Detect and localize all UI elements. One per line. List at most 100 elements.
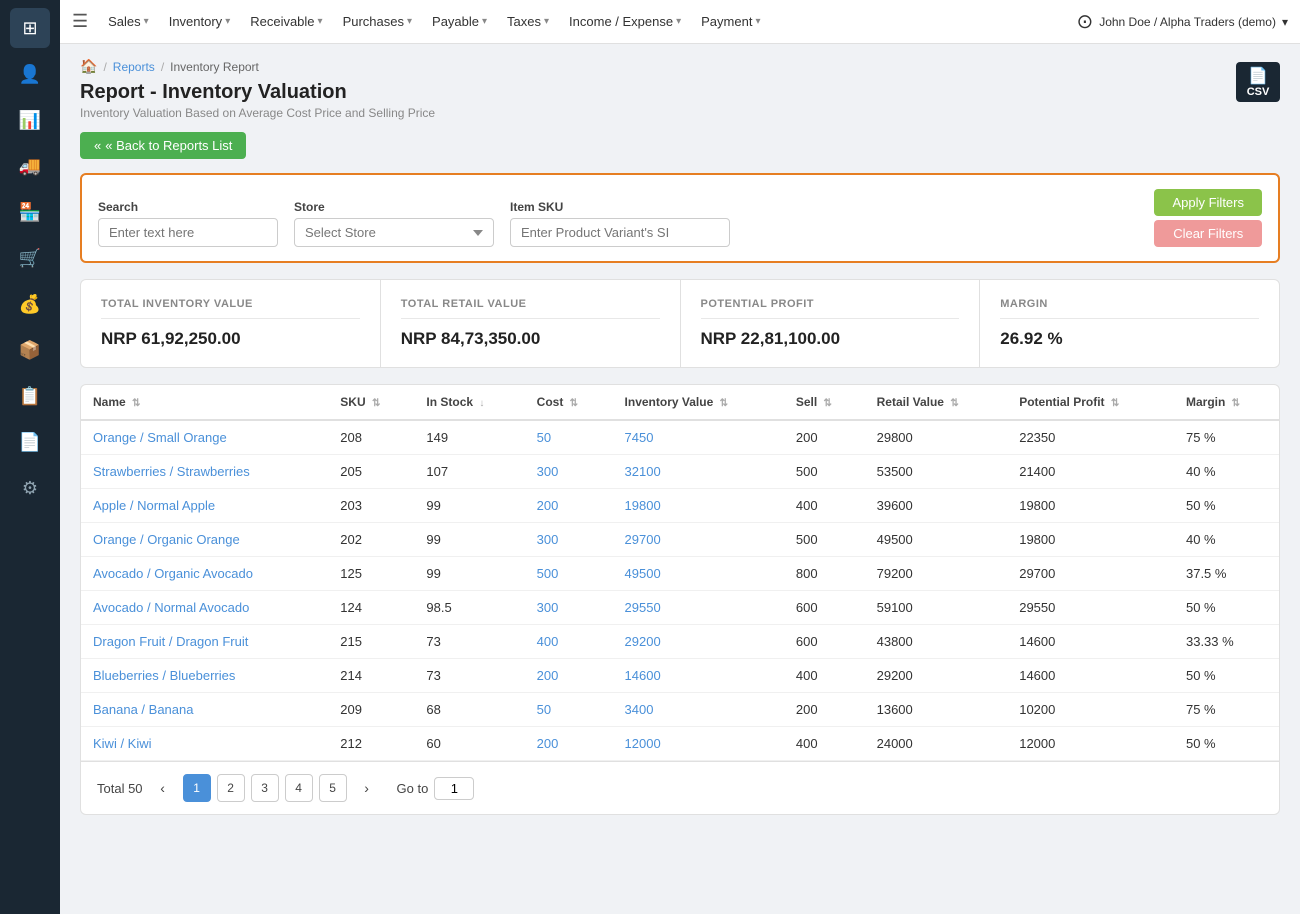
- cell-retail-value: 39600: [865, 489, 1008, 523]
- col-sell[interactable]: Sell ⇅: [784, 385, 865, 420]
- user-menu[interactable]: ⊙ John Doe / Alpha Traders (demo) ▾: [1076, 9, 1288, 34]
- col-retail-value[interactable]: Retail Value ⇅: [865, 385, 1008, 420]
- nav-item-receivable[interactable]: Receivable ▾: [242, 10, 330, 33]
- cell-cost: 50: [525, 420, 613, 455]
- nav-item-inventory[interactable]: Inventory ▾: [161, 10, 239, 33]
- user-chevron-icon: ▾: [1282, 15, 1288, 29]
- pagination-page-5[interactable]: 5: [319, 774, 347, 802]
- clear-filters-button[interactable]: Clear Filters: [1154, 220, 1262, 247]
- summary-card-value-profit: NRP 22,81,100.00: [701, 329, 960, 349]
- main-content: ☰ Sales ▾ Inventory ▾ Receivable ▾ Purch…: [60, 0, 1300, 914]
- cell-name[interactable]: Strawberries / Strawberries: [81, 455, 328, 489]
- pagination-page-1[interactable]: 1: [183, 774, 211, 802]
- table-row: Dragon Fruit / Dragon Fruit 215 73 400 2…: [81, 625, 1279, 659]
- cell-inv-value: 14600: [613, 659, 784, 693]
- col-name[interactable]: Name ⇅: [81, 385, 328, 420]
- summary-card-value-inventory: NRP 61,92,250.00: [101, 329, 360, 349]
- cell-sell: 600: [784, 591, 865, 625]
- col-potential-profit[interactable]: Potential Profit ⇅: [1007, 385, 1174, 420]
- home-icon[interactable]: 🏠: [80, 58, 97, 75]
- sort-icon-cost: ⇅: [570, 398, 578, 409]
- cell-retail-value: 29800: [865, 420, 1008, 455]
- sidebar-icon-settings[interactable]: ⚙: [10, 468, 50, 508]
- sidebar-icon-dashboard[interactable]: ⊞: [10, 8, 50, 48]
- search-filter-group: Search: [98, 200, 278, 247]
- nav-item-payment[interactable]: Payment ▾: [693, 10, 768, 33]
- sidebar-icon-warehouse[interactable]: 🏪: [10, 192, 50, 232]
- cell-potential-profit: 14600: [1007, 625, 1174, 659]
- cell-name[interactable]: Banana / Banana: [81, 693, 328, 727]
- col-sku[interactable]: SKU ⇅: [328, 385, 414, 420]
- col-instock[interactable]: In Stock ↓: [414, 385, 524, 420]
- goto-input[interactable]: [434, 777, 474, 800]
- cell-name[interactable]: Avocado / Normal Avocado: [81, 591, 328, 625]
- cell-name[interactable]: Kiwi / Kiwi: [81, 727, 328, 761]
- cell-name[interactable]: Dragon Fruit / Dragon Fruit: [81, 625, 328, 659]
- nav-item-payable[interactable]: Payable ▾: [424, 10, 495, 33]
- cell-retail-value: 13600: [865, 693, 1008, 727]
- cell-retail-value: 24000: [865, 727, 1008, 761]
- cell-instock: 73: [414, 625, 524, 659]
- cell-instock: 107: [414, 455, 524, 489]
- cell-instock: 99: [414, 523, 524, 557]
- csv-export-button[interactable]: 📄 CSV: [1236, 62, 1280, 102]
- page-subtitle: Inventory Valuation Based on Average Cos…: [80, 106, 435, 120]
- cell-instock: 99: [414, 489, 524, 523]
- pagination-page-2[interactable]: 2: [217, 774, 245, 802]
- col-margin[interactable]: Margin ⇅: [1174, 385, 1279, 420]
- sidebar-icon-user[interactable]: 👤: [10, 54, 50, 94]
- pagination-prev[interactable]: ‹: [149, 774, 177, 802]
- nav-item-taxes[interactable]: Taxes ▾: [499, 10, 557, 33]
- cell-instock: 98.5: [414, 591, 524, 625]
- back-to-reports-button[interactable]: « « Back to Reports List: [80, 132, 246, 159]
- sidebar-icon-report[interactable]: 📄: [10, 422, 50, 462]
- cell-name[interactable]: Blueberries / Blueberries: [81, 659, 328, 693]
- cell-name[interactable]: Apple / Normal Apple: [81, 489, 328, 523]
- cell-inv-value: 32100: [613, 455, 784, 489]
- cell-sell: 400: [784, 489, 865, 523]
- breadcrumb-reports[interactable]: Reports: [113, 60, 155, 74]
- sidebar-icon-package[interactable]: 📦: [10, 330, 50, 370]
- table-row: Orange / Small Orange 208 149 50 7450 20…: [81, 420, 1279, 455]
- back-arrow-icon: «: [94, 138, 101, 153]
- cell-margin: 50 %: [1174, 659, 1279, 693]
- sidebar-icon-cart[interactable]: 🛒: [10, 238, 50, 278]
- cell-potential-profit: 19800: [1007, 523, 1174, 557]
- store-select[interactable]: Select Store: [294, 218, 494, 247]
- sidebar-icon-truck[interactable]: 🚚: [10, 146, 50, 186]
- cell-potential-profit: 12000: [1007, 727, 1174, 761]
- cell-potential-profit: 19800: [1007, 489, 1174, 523]
- cell-cost: 50: [525, 693, 613, 727]
- nav-item-income-expense[interactable]: Income / Expense ▾: [561, 10, 689, 33]
- cell-name[interactable]: Avocado / Organic Avocado: [81, 557, 328, 591]
- pagination-total: Total 50: [97, 781, 143, 796]
- inventory-table: Name ⇅ SKU ⇅ In Stock ↓ Cost ⇅ Inventory…: [81, 385, 1279, 761]
- sidebar-icon-person-money[interactable]: 💰: [10, 284, 50, 324]
- cell-margin: 75 %: [1174, 420, 1279, 455]
- chevron-down-icon: ▾: [225, 16, 230, 27]
- nav-item-purchases[interactable]: Purchases ▾: [335, 10, 420, 33]
- sidebar-icon-chart[interactable]: 📊: [10, 100, 50, 140]
- sku-input[interactable]: [510, 218, 730, 247]
- sort-icon-instock: ↓: [479, 398, 484, 409]
- cell-sku: 203: [328, 489, 414, 523]
- col-inv-value[interactable]: Inventory Value ⇅: [613, 385, 784, 420]
- pagination-page-4[interactable]: 4: [285, 774, 313, 802]
- breadcrumb: 🏠 / Reports / Inventory Report: [80, 58, 435, 75]
- apply-filters-button[interactable]: Apply Filters: [1154, 189, 1262, 216]
- hamburger-menu[interactable]: ☰: [72, 11, 88, 32]
- nav-item-sales[interactable]: Sales ▾: [100, 10, 157, 33]
- sidebar-icon-list[interactable]: 📋: [10, 376, 50, 416]
- search-input[interactable]: [98, 218, 278, 247]
- cell-name[interactable]: Orange / Organic Orange: [81, 523, 328, 557]
- store-filter-group: Store Select Store: [294, 200, 494, 247]
- cell-margin: 50 %: [1174, 591, 1279, 625]
- pagination-next[interactable]: ›: [353, 774, 381, 802]
- cell-inv-value: 3400: [613, 693, 784, 727]
- cell-margin: 50 %: [1174, 489, 1279, 523]
- col-cost[interactable]: Cost ⇅: [525, 385, 613, 420]
- cell-retail-value: 79200: [865, 557, 1008, 591]
- cell-name[interactable]: Orange / Small Orange: [81, 420, 328, 455]
- cell-inv-value: 7450: [613, 420, 784, 455]
- pagination-page-3[interactable]: 3: [251, 774, 279, 802]
